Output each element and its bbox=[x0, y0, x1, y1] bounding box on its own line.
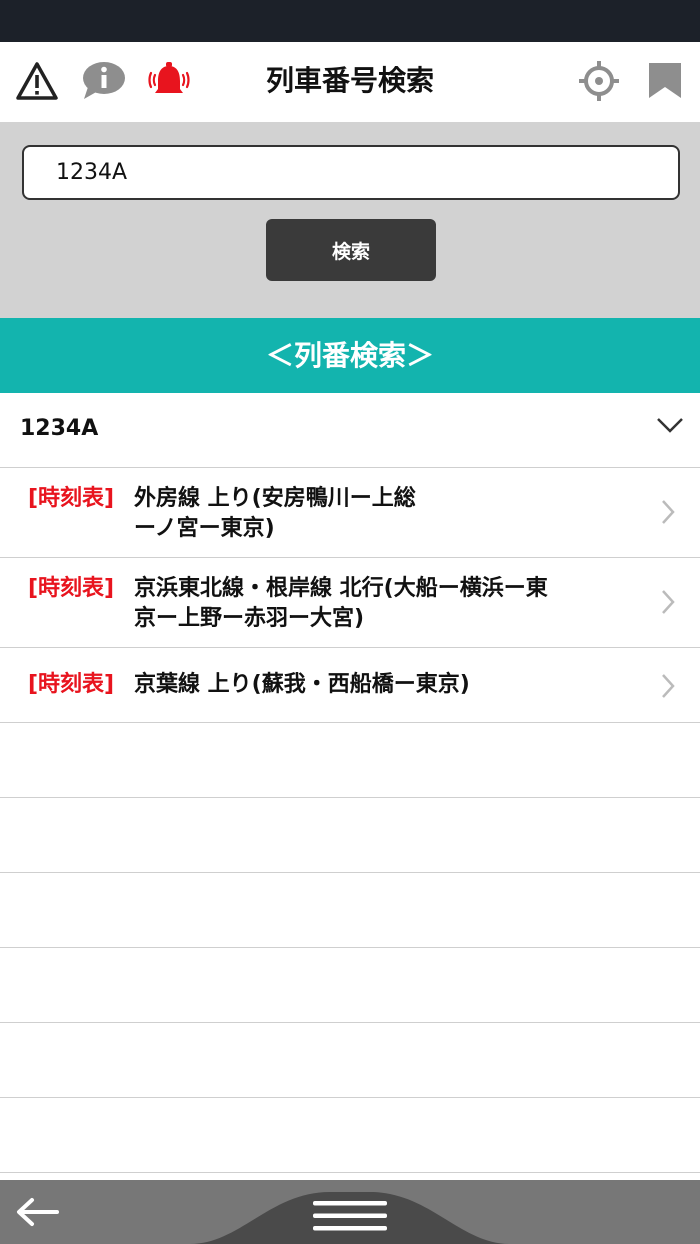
page-title: 列車番号検索 bbox=[265, 64, 434, 97]
info-icon[interactable] bbox=[78, 56, 128, 106]
status-bar bbox=[0, 0, 700, 42]
timetable-row[interactable]: [時刻表] 京葉線 上り(蘇我・西船橋ー東京) bbox=[0, 648, 700, 723]
chevron-right-icon bbox=[660, 498, 676, 530]
bookmark-icon[interactable] bbox=[640, 56, 690, 106]
timetable-row[interactable]: [時刻表] 京浜東北線・根岸線 北行(大船ー横浜ー東 京ー上野ー赤羽ー大宮) bbox=[0, 558, 700, 648]
bottom-toolbar bbox=[0, 1180, 700, 1244]
train-number-input[interactable] bbox=[22, 145, 680, 200]
timetable-row[interactable]: [時刻表] 外房線 上り(安房鴨川ー上総 ーノ宮ー東京) bbox=[0, 468, 700, 558]
timetable-route: 京葉線 上り(蘇我・西船橋ー東京) bbox=[134, 672, 470, 697]
empty-row bbox=[0, 1098, 700, 1173]
empty-row bbox=[0, 948, 700, 1023]
chevron-right-icon bbox=[660, 588, 676, 620]
back-arrow-icon[interactable] bbox=[12, 1190, 62, 1234]
search-panel: 検索 bbox=[0, 122, 700, 318]
warning-icon[interactable] bbox=[12, 56, 62, 106]
timetable-tag: [時刻表] bbox=[28, 672, 115, 697]
header-bar: 列車番号検索 bbox=[0, 42, 700, 122]
timetable-route: 京浜東北線・根岸線 北行(大船ー横浜ー東 京ー上野ー赤羽ー大宮) bbox=[134, 576, 548, 631]
result-group-header[interactable]: 1234A bbox=[0, 393, 700, 468]
empty-row bbox=[0, 873, 700, 948]
empty-row bbox=[0, 723, 700, 798]
location-target-icon[interactable] bbox=[574, 56, 624, 106]
chevron-down-icon bbox=[656, 415, 684, 439]
timetable-tag: [時刻表] bbox=[28, 576, 115, 601]
result-group-title: 1234A bbox=[20, 416, 99, 441]
empty-row bbox=[0, 798, 700, 873]
empty-row bbox=[0, 1023, 700, 1098]
hamburger-menu-icon[interactable] bbox=[308, 1194, 392, 1238]
timetable-tag: [時刻表] bbox=[28, 486, 115, 511]
results-list: 1234A [時刻表] 外房線 上り(安房鴨川ー上総 ーノ宮ー東京) [時刻表]… bbox=[0, 393, 700, 1173]
chevron-right-icon bbox=[660, 672, 676, 704]
section-header: ＜列番検索＞ bbox=[0, 318, 700, 393]
search-button[interactable]: 検索 bbox=[266, 219, 436, 281]
timetable-route: 外房線 上り(安房鴨川ー上総 ーノ宮ー東京) bbox=[134, 486, 416, 541]
